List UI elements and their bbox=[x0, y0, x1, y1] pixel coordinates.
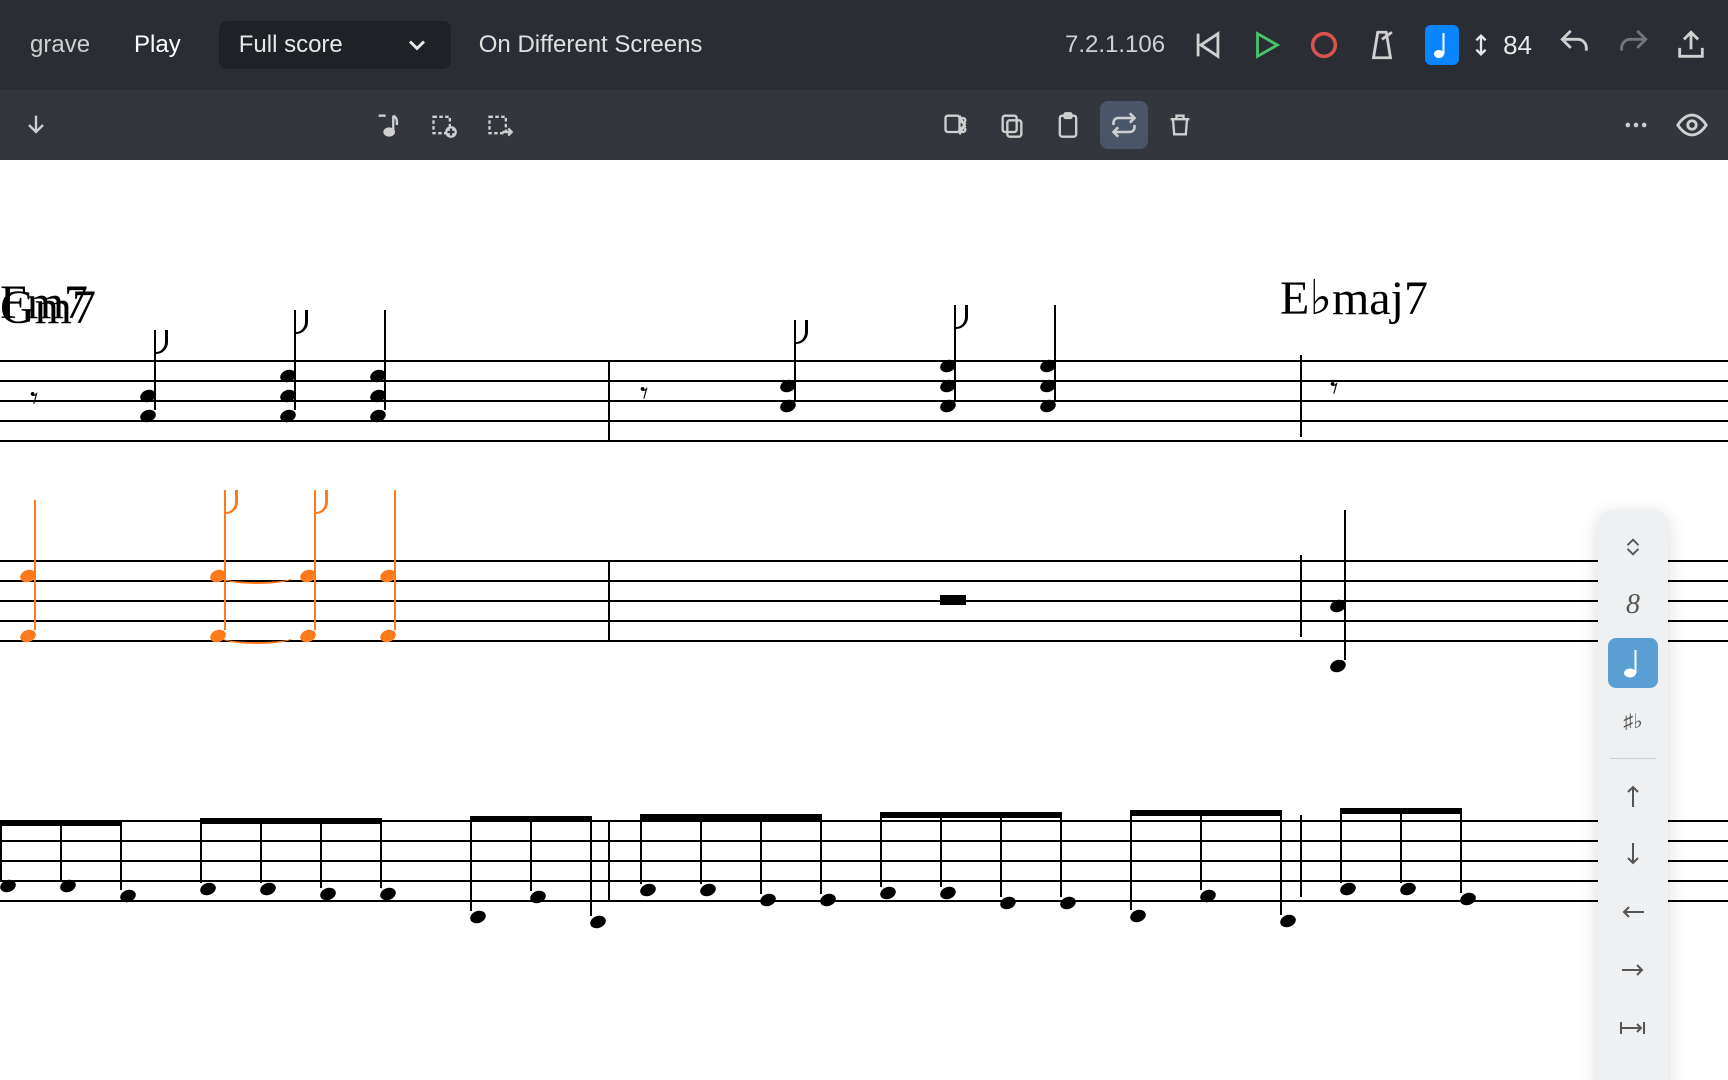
beam bbox=[200, 818, 380, 824]
view-button[interactable] bbox=[1668, 101, 1716, 149]
cut-button[interactable] bbox=[932, 101, 980, 149]
lengthen-button[interactable] bbox=[1608, 1003, 1658, 1053]
pitch-up-button[interactable] bbox=[1608, 771, 1658, 821]
undo-button[interactable] bbox=[1550, 20, 1600, 70]
move-left-button[interactable] bbox=[1608, 887, 1658, 937]
octave-button[interactable]: 8 bbox=[1608, 580, 1658, 630]
panel-expand-icon[interactable] bbox=[1608, 522, 1658, 572]
edit-toolbar bbox=[0, 90, 1728, 160]
chevron-down-icon bbox=[403, 31, 431, 59]
record-button[interactable] bbox=[1299, 20, 1349, 70]
delete-button[interactable] bbox=[1156, 101, 1204, 149]
beam bbox=[640, 814, 820, 820]
tempo-value: 84 bbox=[1503, 30, 1532, 61]
copy-button[interactable] bbox=[988, 101, 1036, 149]
staff-treble bbox=[0, 360, 1728, 440]
paste-button[interactable] bbox=[1044, 101, 1092, 149]
main-toolbar: grave Play Full score On Different Scree… bbox=[0, 0, 1728, 90]
note-tool-icon[interactable] bbox=[364, 101, 412, 149]
note-value-quarter[interactable] bbox=[1608, 638, 1658, 688]
arrow-down-icon[interactable] bbox=[12, 101, 60, 149]
tempo-display[interactable]: 84 bbox=[1415, 25, 1542, 65]
flow-title: On Different Screens bbox=[479, 31, 703, 59]
insert-bars-icon[interactable] bbox=[420, 101, 468, 149]
pitch-down-button[interactable] bbox=[1608, 829, 1658, 879]
score-canvas[interactable]: Gm7 Fm7 E♭maj7 𝄾 bbox=[0, 160, 1728, 1080]
tempo-note-icon bbox=[1425, 25, 1459, 65]
eighth-rest[interactable]: 𝄾 bbox=[30, 380, 39, 418]
note-input-panel: 8 ♯♭ bbox=[1598, 510, 1668, 1080]
tab-play[interactable]: Play bbox=[116, 23, 199, 67]
layout-selector-label: Full score bbox=[239, 31, 343, 59]
eighth-rest[interactable]: 𝄾 bbox=[1330, 370, 1339, 408]
chord-symbol[interactable]: E♭maj7 bbox=[1280, 270, 1428, 326]
move-right-button[interactable] bbox=[1608, 945, 1658, 995]
accidentals-button[interactable]: ♯♭ bbox=[1608, 696, 1658, 746]
repeat-button[interactable] bbox=[1100, 101, 1148, 149]
play-button[interactable] bbox=[1241, 20, 1291, 70]
barline bbox=[608, 360, 610, 442]
chord-symbol[interactable]: Fm7 bbox=[0, 275, 88, 330]
more-button[interactable] bbox=[1612, 101, 1660, 149]
move-bars-icon[interactable] bbox=[476, 101, 524, 149]
barline bbox=[1300, 555, 1302, 637]
rewind-button[interactable] bbox=[1183, 20, 1233, 70]
beam bbox=[1130, 810, 1280, 816]
barline bbox=[608, 820, 610, 902]
barline bbox=[1300, 815, 1302, 897]
barline bbox=[1300, 355, 1302, 437]
eighth-rest[interactable]: 𝄾 bbox=[640, 375, 649, 413]
playhead-position: 7.2.1.106 bbox=[1065, 31, 1165, 59]
beam bbox=[880, 812, 1060, 818]
tab-engrave[interactable]: grave bbox=[12, 23, 108, 67]
redo-button[interactable] bbox=[1608, 20, 1658, 70]
barline bbox=[608, 560, 610, 642]
whole-rest[interactable] bbox=[940, 595, 966, 605]
tempo-updown-icon bbox=[1467, 31, 1495, 59]
shorten-button[interactable] bbox=[1608, 1061, 1658, 1080]
share-button[interactable] bbox=[1666, 20, 1716, 70]
layout-selector[interactable]: Full score bbox=[219, 21, 451, 69]
selected-tie[interactable] bbox=[222, 572, 292, 584]
selected-tie[interactable] bbox=[222, 632, 292, 644]
metronome-button[interactable] bbox=[1357, 20, 1407, 70]
